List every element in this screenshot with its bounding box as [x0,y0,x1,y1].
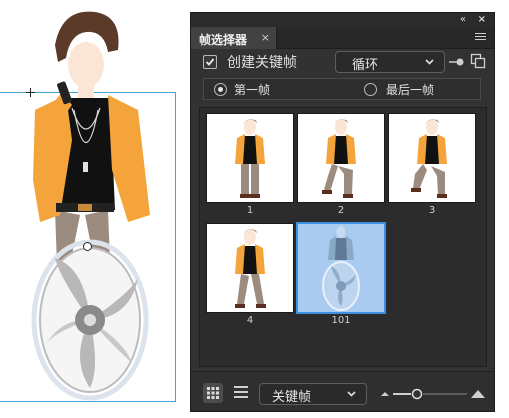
transform-pivot-point[interactable] [83,242,92,251]
chevron-down-icon [425,59,434,65]
onion-skin-wheel [31,239,149,401]
frame-number-3: 3 [428,205,436,216]
frame-picker-panel: « × 帧选择器 × 创建关键帧 循环 第一帧 最后一帧 1 2 3 4 101… [190,12,495,412]
checkmark-icon [205,58,215,66]
loop-mode-dropdown[interactable]: 循环 [335,51,445,73]
frame-filter-value: 关键帧 [272,390,312,405]
radio-first-frame[interactable] [214,83,227,96]
frame-thumbnail-4[interactable] [206,223,294,313]
grid-view-icon [207,387,219,399]
collapse-panel-icon[interactable]: « [460,14,466,26]
registration-mark [26,88,35,97]
stage-canvas[interactable] [0,0,190,418]
frame-number-1: 1 [246,205,254,216]
panel-title-strip: « × [191,13,494,27]
thumbnail-size-slider[interactable] [379,386,487,400]
frame-thumbnail-grid: 1 2 3 4 101 [199,107,487,367]
frame-number-4: 4 [246,315,254,326]
frame-filter-dropdown[interactable]: 关键帧 [259,383,367,405]
chevron-down-icon [347,391,356,397]
tab-frame-picker[interactable]: 帧选择器 × [191,27,277,49]
panel-tab-bar: 帧选择器 × [191,27,494,49]
frame-number-101: 101 [331,315,351,326]
frame-thumbnail-1[interactable] [206,113,294,203]
panel-menu-icon[interactable] [475,33,486,43]
frame-character-image [235,229,266,308]
frame-thumbnail-101[interactable] [296,222,386,314]
frame-onion-image [322,226,360,311]
frame-character-image [322,119,356,198]
zoom-small-icon [381,392,389,396]
frame-thumbnail-3[interactable] [388,113,476,203]
create-keyframe-checkbox[interactable] [203,55,217,69]
radio-last-frame-label: 最后一帧 [386,83,435,97]
radio-first-frame-label: 第一帧 [234,83,271,97]
frame-number-2: 2 [337,205,345,216]
tab-close-icon[interactable]: × [261,31,270,44]
zoom-slider-thumb [411,388,423,400]
frame-character-image [235,119,265,198]
close-panel-icon[interactable]: × [478,14,486,26]
key-slider-icon[interactable] [449,57,465,67]
frame-thumbnail-2[interactable] [297,113,385,203]
loop-mode-value: 循环 [352,58,379,73]
frame-start-radio-group: 第一帧 最后一帧 [203,78,481,100]
grid-view-button[interactable] [203,383,223,403]
copy-frames-icon[interactable] [470,53,486,69]
zoom-large-icon [471,390,485,398]
list-view-icon[interactable] [234,386,248,400]
create-keyframe-label: 创建关键帧 [227,55,297,71]
radio-last-frame[interactable] [364,83,377,96]
frame-character-image [411,119,447,198]
panel-bottom-toolbar: 关键帧 [191,371,494,411]
tab-label: 帧选择器 [199,33,248,47]
